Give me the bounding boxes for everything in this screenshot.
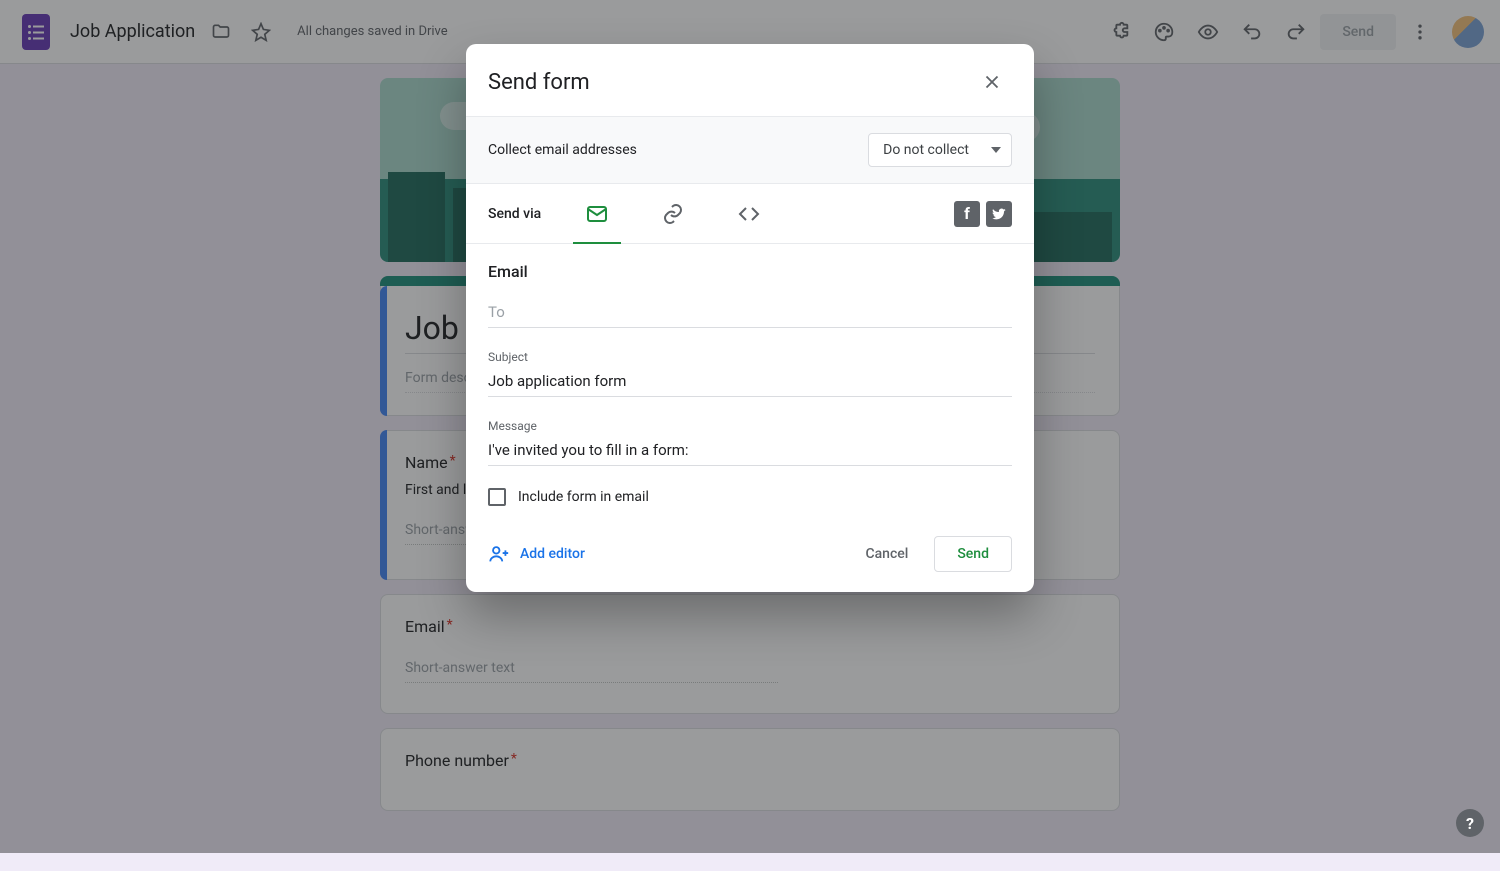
facebook-icon: f (964, 204, 970, 223)
send-button[interactable]: Send (934, 536, 1012, 572)
person-add-icon (488, 543, 510, 565)
subject-label: Subject (488, 350, 1012, 364)
twitter-icon (991, 206, 1007, 222)
tab-embed[interactable] (711, 184, 787, 244)
send-via-label: Send via (488, 206, 541, 222)
to-input[interactable] (488, 301, 1012, 328)
dialog-title: Send form (488, 70, 590, 95)
add-editor-button[interactable]: Add editor (488, 543, 585, 565)
collect-emails-dropdown[interactable]: Do not collect (868, 133, 1012, 167)
collect-emails-label: Collect email addresses (488, 142, 637, 158)
send-via-row: Send via f (466, 184, 1034, 244)
send-form-dialog: Send form Collect email addresses Do not… (466, 44, 1034, 592)
help-button[interactable]: ? (1456, 809, 1484, 837)
send-label: Send (957, 546, 989, 562)
collect-emails-value: Do not collect (883, 142, 969, 158)
share-facebook[interactable]: f (954, 201, 980, 227)
email-icon (585, 202, 609, 226)
cancel-label: Cancel (865, 546, 908, 562)
include-form-checkbox[interactable] (488, 488, 506, 506)
share-twitter[interactable] (986, 201, 1012, 227)
include-form-row[interactable]: Include form in email (488, 488, 1012, 506)
message-label: Message (488, 419, 1012, 433)
close-button[interactable] (972, 62, 1012, 102)
link-icon (661, 202, 685, 226)
collect-emails-row: Collect email addresses Do not collect (466, 116, 1034, 184)
embed-icon (737, 202, 761, 226)
include-form-label: Include form in email (518, 489, 649, 505)
chevron-down-icon (991, 147, 1001, 153)
tab-link[interactable] (635, 184, 711, 244)
help-icon: ? (1466, 814, 1474, 833)
email-section-title: Email (488, 262, 1012, 281)
close-icon (981, 71, 1003, 93)
tab-email[interactable] (559, 184, 635, 244)
cancel-button[interactable]: Cancel (849, 536, 924, 572)
message-input[interactable] (488, 437, 1012, 466)
subject-input[interactable] (488, 368, 1012, 397)
add-editor-label: Add editor (520, 546, 585, 562)
